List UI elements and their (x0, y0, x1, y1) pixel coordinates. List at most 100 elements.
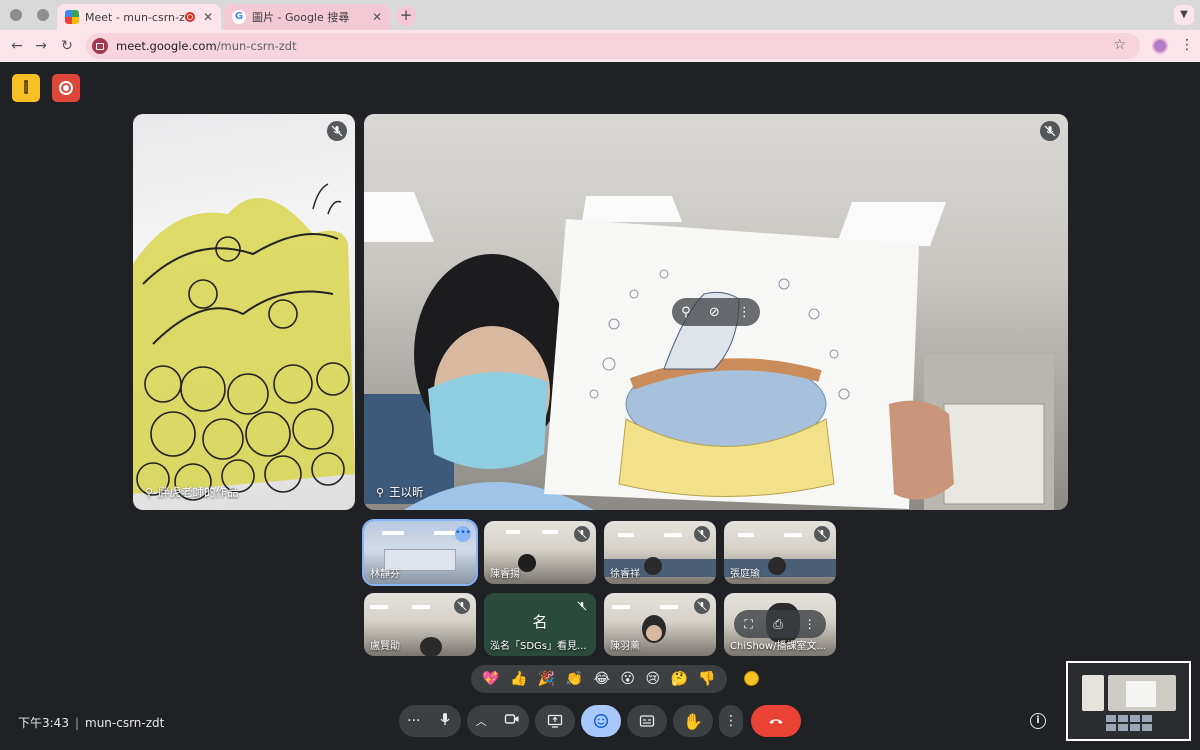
tab-search-chevron-icon[interactable]: ▼ (1174, 5, 1194, 25)
url-path: /mun-csrn-zdt (216, 39, 297, 53)
url-host: meet.google.com (116, 39, 217, 53)
reaction-thumbs-down[interactable]: 👎 (698, 671, 715, 687)
self-view-preview (1068, 663, 1189, 739)
present-screen-button[interactable] (535, 705, 575, 737)
browser-menu-icon[interactable]: ⋮ (1180, 37, 1194, 53)
share-icon[interactable]: ⎙ (773, 617, 783, 632)
participant-name: 徐睿祥 (610, 569, 640, 580)
meeting-time: 下午3:43 (18, 716, 69, 730)
participant-tile-small[interactable]: 張庭瑜 (724, 521, 836, 584)
video-options-chevron-icon[interactable]: ︿ (476, 713, 487, 729)
participant-initial: 名 (532, 613, 548, 631)
participant-name: ⚲ 王以昕 (376, 485, 424, 499)
pin-icon: ⚲ (376, 486, 385, 499)
participant-name: ChiShow/播課室文... (730, 641, 826, 652)
tab-title: 圖片 - Google 搜尋 (252, 11, 350, 24)
reaction-heart[interactable]: 💖 (482, 671, 499, 687)
profile-avatar[interactable] (1152, 38, 1168, 54)
reactions-bar: 💖 👍 🎉 👏 😂 😮 😢 🤔 👎 (471, 665, 727, 693)
reaction-thumbs-up[interactable]: 👍 (510, 671, 527, 687)
speaking-indicator-icon: ••• (455, 526, 471, 542)
tab-google-images[interactable]: G 圖片 - Google 搜尋 ✕ (224, 4, 390, 30)
back-arrow-icon[interactable]: ← (8, 37, 26, 55)
microphone-icon (440, 713, 450, 725)
close-tab-icon[interactable]: ✕ (203, 10, 213, 24)
forward-arrow-icon[interactable]: → (32, 37, 50, 55)
host-controls-icon[interactable]: ⫿ (12, 74, 40, 102)
participant-tile-small[interactable]: 徐睿祥 (604, 521, 716, 584)
new-tab-button[interactable]: + (396, 6, 416, 26)
participant-tile-small[interactable]: 盧賢勛 (364, 593, 476, 656)
audio-options-icon[interactable]: ··· (407, 713, 420, 729)
camera-control-group: ︿ (467, 705, 529, 737)
skin-tone-picker-icon[interactable] (744, 671, 759, 686)
drawing-artwork (133, 183, 355, 501)
camera-button[interactable] (504, 711, 520, 731)
participant-tile-small[interactable]: 名 泓名「SDGs」看見... (484, 593, 596, 656)
tile-hover-controls: ⛶ ⎙ ⋮ (734, 610, 826, 638)
close-tab-icon[interactable]: ✕ (372, 10, 382, 24)
reaction-party[interactable]: 🎉 (538, 671, 555, 687)
recording-badge-icon[interactable] (52, 74, 80, 102)
participant-name: 盧賢勛 (370, 641, 400, 652)
muted-mic-icon (327, 121, 347, 141)
participant-tile-main[interactable]: ⚲ ⊘ ⋮ ⚲ 王以昕 (364, 114, 1068, 510)
browser-toolbar: ← → ↻ meet.google.com/mun-csrn-zdt ☆ ⋮ (0, 30, 1200, 62)
muted-mic-icon (574, 526, 590, 542)
reaction-clap[interactable]: 👏 (566, 671, 583, 687)
camera-icon (505, 714, 519, 724)
participant-name: 張庭瑜 (730, 569, 760, 580)
participant-tile-small[interactable]: ••• 林靜芬 (362, 519, 478, 586)
meeting-details-icon[interactable]: i (1030, 713, 1046, 729)
reaction-sad[interactable]: 😢 (645, 671, 660, 687)
participant-tile-small[interactable]: 陳羽薰 (604, 593, 716, 656)
reaction-laugh[interactable]: 😂 (594, 671, 610, 687)
reaction-surprised[interactable]: 😮 (620, 671, 635, 687)
present-screen-icon (547, 714, 563, 728)
participant-tile-small[interactable]: ⛶ ⎙ ⋮ ChiShow/播課室文... (724, 593, 836, 656)
raise-hand-button[interactable]: ✋ (673, 705, 713, 737)
reactions-button[interactable] (581, 705, 621, 737)
participant-name: 陳羽薰 (610, 641, 640, 652)
hang-up-icon (769, 719, 783, 724)
participant-name: 林靜芬 (370, 569, 400, 580)
unpin-icon[interactable]: ⚲ (681, 305, 691, 320)
captions-icon (639, 715, 655, 727)
muted-mic-icon (814, 526, 830, 542)
meet-stage: ⫿ ⚲ 胖虎老師的作品 ⚲ ⊘ ⋮ ⚲ 王以昕 ••• 林靜芬 陳睿揚 徐睿祥 … (0, 62, 1200, 750)
muted-mic-icon (694, 598, 710, 614)
mic-control-group: ··· (399, 705, 461, 737)
leave-call-button[interactable] (751, 705, 801, 737)
microphone-button[interactable] (437, 711, 453, 731)
participant-tile-small[interactable]: 陳睿揚 (484, 521, 596, 584)
more-options-button[interactable]: ⋮ (719, 705, 743, 737)
smiley-icon (593, 713, 609, 729)
participant-name: ⚲ 胖虎老師的作品 (145, 485, 239, 499)
address-bar[interactable]: meet.google.com/mun-csrn-zdt ☆ (86, 33, 1140, 59)
muted-mic-icon (1040, 121, 1060, 141)
window-close-button[interactable] (10, 9, 22, 21)
more-options-icon[interactable]: ⋮ (804, 617, 816, 631)
participant-name: 陳睿揚 (490, 569, 520, 580)
meeting-code: mun-csrn-zdt (85, 716, 165, 730)
window-minimize-button[interactable] (37, 9, 49, 21)
tab-meet[interactable]: Meet - mun-csrn-zdt ✕ (57, 4, 221, 30)
reaction-thinking[interactable]: 🤔 (670, 671, 687, 687)
recording-indicator-icon (184, 12, 195, 22)
participant-name: 泓名「SDGs」看見... (490, 641, 587, 652)
participant-tile-drawing[interactable]: ⚲ 胖虎老師的作品 (133, 114, 355, 510)
captions-button[interactable] (627, 705, 667, 737)
mute-participant-icon[interactable]: ⊘ (709, 305, 720, 320)
self-view-pip[interactable] (1066, 661, 1191, 741)
muted-mic-icon (454, 598, 470, 614)
more-options-icon[interactable]: ⋮ (738, 305, 751, 320)
hand-icon: ✋ (683, 711, 703, 731)
frame-icon[interactable]: ⛶ (744, 617, 752, 632)
google-favicon-icon: G (232, 10, 246, 24)
site-info-icon[interactable] (92, 38, 108, 54)
kebab-menu-icon: ⋮ (724, 713, 738, 729)
reload-icon[interactable]: ↻ (58, 37, 76, 55)
bookmark-star-icon[interactable]: ☆ (1113, 37, 1126, 53)
meeting-info: 下午3:43 | mun-csrn-zdt (18, 716, 165, 730)
pin-icon: ⚲ (145, 486, 154, 499)
